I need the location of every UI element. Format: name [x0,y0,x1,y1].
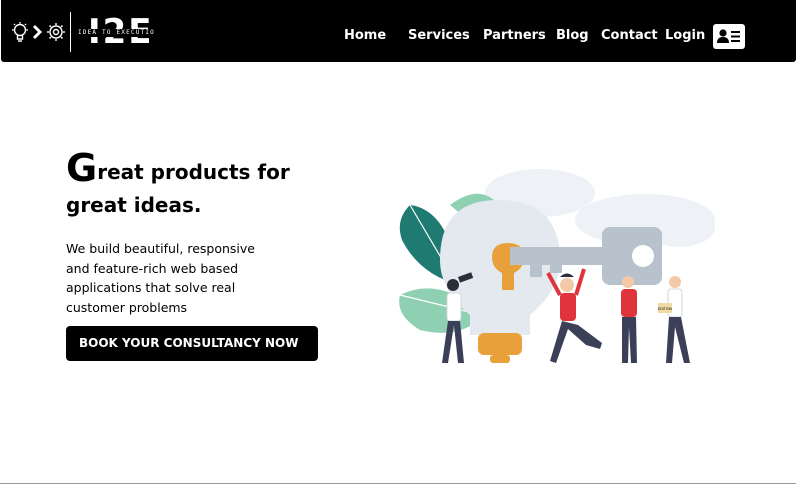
nav-blog[interactable]: Blog [556,27,589,45]
chevron-right-icon [32,24,43,40]
person-with-box: EDITION [658,276,690,363]
page-bottom-border [0,483,796,484]
contact-card-icon [717,29,740,43]
hero-title: Great products for great ideas. [66,149,326,222]
nav-partners[interactable]: Partners [483,27,546,45]
logo-tagline: IDEA TO EXECUTION [78,29,154,37]
top-navbar: I2E IDEA TO EXECUTION Home Services Part… [1,0,796,62]
hero-description: We build beautiful, responsive and featu… [66,241,255,315]
people-carrying-key-illustration: EDITION [399,169,715,363]
logo-icons [12,22,65,42]
lightbulb-icon [12,22,28,42]
profile-button[interactable] [713,24,745,49]
nav-services[interactable]: Services [408,27,470,45]
hero-title-line2: great ideas. [66,193,202,217]
nav-login[interactable]: Login [665,27,705,45]
logo-divider [70,12,71,52]
gear-icon [47,23,65,41]
hero-title-first-letter: G [66,146,98,190]
person-red-jumping [546,268,602,363]
hero-title-line1: reat products for [97,160,290,184]
brand-logo[interactable]: I2E IDEA TO EXECUTION [10,10,160,54]
book-consultancy-button[interactable]: BOOK YOUR CONSULTANCY NOW [66,326,318,361]
nav-home[interactable]: Home [344,27,386,45]
nav-contact[interactable]: Contact [601,27,658,45]
box-label: EDITION [658,307,673,311]
person-red-standing [621,276,637,363]
